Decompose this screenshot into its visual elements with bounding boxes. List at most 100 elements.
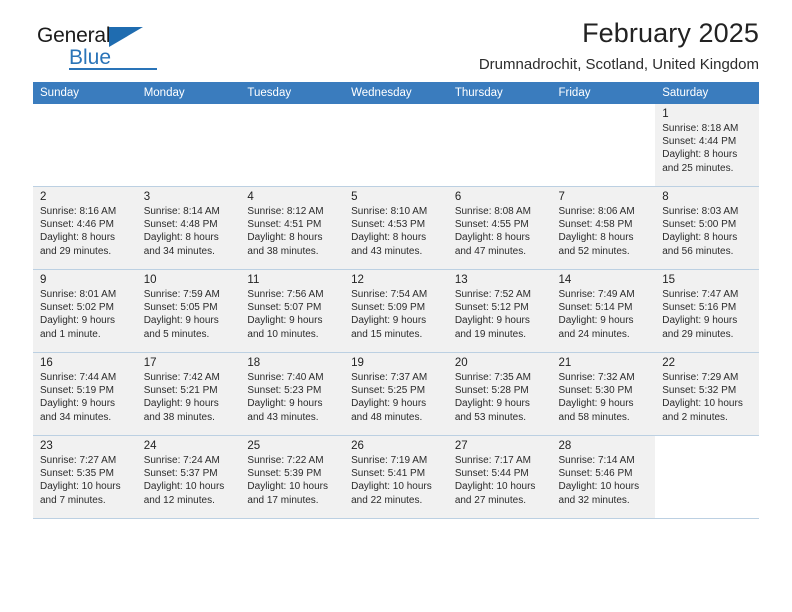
sunset-text: Sunset: 5:21 PM: [143, 385, 218, 397]
day-sun-info: Sunrise: 7:37 AM Sunset: 5:25 PM Daylight:…: [351, 371, 442, 424]
sunset-text: Sunset: 5:44 PM: [454, 468, 529, 480]
day-sun-info: Sunrise: 7:24 AM Sunset: 5:37 PM Daylight:…: [144, 454, 235, 507]
sunrise-text: Sunrise: 8:01 AM: [40, 289, 117, 300]
calendar-day-cell[interactable]: 18 Sunrise: 7:40 AM Sunset: 5:23 PM Dayligh…: [240, 353, 345, 435]
daylight-text-line1: Daylight: 9 hours: [454, 315, 530, 327]
calendar-cell: 4 Sunrise: 8:12 AM Sunset: 4:51 PM Daylight…: [240, 186, 345, 270]
calendar-day-cell[interactable]: 8 Sunrise: 8:03 AM Sunset: 5:00 PM Daylight…: [655, 187, 759, 269]
calendar-day-cell[interactable]: 20 Sunrise: 7:35 AM Sunset: 5:28 PM Dayligh…: [447, 353, 552, 435]
daylight-text-line2: and 24 minutes.: [558, 328, 630, 340]
sunrise-text: Sunrise: 7:44 AM: [40, 372, 117, 383]
day-number: 12: [351, 274, 364, 286]
day-sun-info: Sunrise: 7:47 AM Sunset: 5:16 PM Daylight:…: [662, 288, 753, 341]
day-number: 25: [247, 440, 261, 452]
calendar-cell: 16 Sunrise: 7:44 AM Sunset: 5:19 PM Dayligh…: [33, 352, 137, 436]
page-title: February 2025: [582, 18, 759, 48]
sunrise-text: Sunrise: 7:52 AM: [454, 289, 531, 300]
sunset-text: Sunset: 5:46 PM: [558, 468, 633, 480]
calendar-day-cell[interactable]: 11 Sunrise: 7:56 AM Sunset: 5:07 PM Dayligh…: [240, 270, 345, 352]
daylight-text-line2: and 47 minutes.: [454, 245, 526, 257]
calendar-day-cell[interactable]: 15 Sunrise: 7:47 AM Sunset: 5:16 PM Dayligh…: [655, 270, 759, 352]
calendar-cell: 11 Sunrise: 7:56 AM Sunset: 5:07 PM Dayligh…: [240, 269, 345, 353]
daylight-text-line2: and 32 minutes.: [558, 494, 630, 506]
calendar-day-cell[interactable]: 5 Sunrise: 8:10 AM Sunset: 4:53 PM Daylight…: [344, 187, 448, 269]
sunrise-text: Sunrise: 7:47 AM: [662, 289, 739, 300]
calendar-day-cell[interactable]: 10 Sunrise: 7:59 AM Sunset: 5:05 PM Dayligh…: [136, 270, 241, 352]
sunset-text: Sunset: 5:25 PM: [351, 385, 426, 397]
day-number: [351, 107, 442, 122]
calendar-cell: 14 Sunrise: 7:49 AM Sunset: 5:14 PM Dayligh…: [551, 269, 656, 353]
calendar-day-cell[interactable]: 3 Sunrise: 8:14 AM Sunset: 4:48 PM Daylight…: [136, 187, 241, 269]
day-number: [144, 107, 235, 122]
calendar-cell: 12 Sunrise: 7:54 AM Sunset: 5:09 PM Dayligh…: [344, 269, 448, 353]
logo-underline: [69, 68, 157, 70]
general-blue-logo[interactable]: General Blue: [37, 25, 197, 71]
calendar-day-cell[interactable]: 13 Sunrise: 7:52 AM Sunset: 5:12 PM Dayligh…: [447, 270, 552, 352]
daylight-text-line1: Daylight: 10 hours: [40, 481, 121, 493]
calendar-day-cell[interactable]: 23 Sunrise: 7:27 AM Sunset: 5:35 PM Dayligh…: [33, 436, 137, 518]
sunrise-text: Sunrise: 7:17 AM: [454, 455, 531, 466]
location-subtitle: Drumnadrochit, Scotland, United Kingdom: [478, 56, 759, 73]
daylight-text-line2: and 43 minutes.: [247, 411, 319, 423]
day-number: 19: [351, 357, 364, 369]
calendar-day-cell[interactable]: 25 Sunrise: 7:22 AM Sunset: 5:39 PM Dayligh…: [240, 436, 345, 518]
calendar-cell: 28 Sunrise: 7:14 AM Sunset: 5:46 PM Dayligh…: [551, 435, 656, 519]
day-sun-info: Sunrise: 7:17 AM Sunset: 5:44 PM Daylight:…: [455, 454, 546, 507]
page-header: General Blue February 2025 Drumnadrochit…: [33, 0, 759, 74]
calendar-day-cell[interactable]: 21 Sunrise: 7:32 AM Sunset: 5:30 PM Dayligh…: [551, 353, 656, 435]
day-sun-info: Sunrise: 8:18 AM Sunset: 4:44 PM Daylight:…: [662, 122, 753, 175]
daylight-text-line2: and 22 minutes.: [351, 494, 423, 506]
calendar-day-cell[interactable]: 24 Sunrise: 7:24 AM Sunset: 5:37 PM Dayligh…: [136, 436, 241, 518]
sunrise-text: Sunrise: 8:06 AM: [558, 206, 635, 217]
logo-triangle-icon: [109, 27, 143, 47]
daylight-text-line1: Daylight: 9 hours: [558, 398, 634, 410]
calendar-week-row: 2 Sunrise: 8:16 AM Sunset: 4:46 PM Daylight…: [33, 186, 759, 270]
daylight-text-line1: Daylight: 9 hours: [247, 398, 323, 410]
calendar-day-cell[interactable]: 4 Sunrise: 8:12 AM Sunset: 4:51 PM Daylight…: [240, 187, 345, 269]
daylight-text-line2: and 2 minutes.: [662, 411, 728, 423]
calendar-day-cell[interactable]: 7 Sunrise: 8:06 AM Sunset: 4:58 PM Daylight…: [551, 187, 656, 269]
day-sun-info: Sunrise: 8:10 AM Sunset: 4:53 PM Daylight:…: [351, 205, 442, 258]
calendar-cell: 1 Sunrise: 8:18 AM Sunset: 4:44 PM Daylight…: [655, 104, 759, 187]
sunset-text: Sunset: 5:16 PM: [662, 302, 737, 314]
calendar-day-cell[interactable]: 28 Sunrise: 7:14 AM Sunset: 5:46 PM Dayligh…: [551, 436, 656, 518]
calendar-day-cell[interactable]: 9 Sunrise: 8:01 AM Sunset: 5:02 PM Daylight…: [33, 270, 137, 352]
sunrise-text: Sunrise: 7:56 AM: [247, 289, 324, 300]
weekday-header-friday: Friday: [551, 82, 656, 104]
calendar-day-cell[interactable]: 2 Sunrise: 8:16 AM Sunset: 4:46 PM Daylight…: [33, 187, 137, 269]
calendar-day-cell[interactable]: 22 Sunrise: 7:29 AM Sunset: 5:32 PM Dayligh…: [655, 353, 759, 435]
daylight-text-line1: Daylight: 10 hours: [351, 481, 432, 493]
calendar-day-cell[interactable]: 14 Sunrise: 7:49 AM Sunset: 5:14 PM Dayligh…: [551, 270, 656, 352]
calendar-day-cell[interactable]: 16 Sunrise: 7:44 AM Sunset: 5:19 PM Dayligh…: [33, 353, 137, 435]
calendar-day-cell[interactable]: 26 Sunrise: 7:19 AM Sunset: 5:41 PM Dayligh…: [344, 436, 448, 518]
calendar-day-cell[interactable]: 19 Sunrise: 7:37 AM Sunset: 5:25 PM Dayligh…: [344, 353, 448, 435]
day-number: 24: [143, 440, 157, 452]
day-number: 18: [247, 357, 261, 369]
sunset-text: Sunset: 4:48 PM: [143, 219, 218, 231]
day-sun-info: Sunrise: 7:59 AM Sunset: 5:05 PM Daylight:…: [144, 288, 235, 341]
calendar-cell: 22 Sunrise: 7:29 AM Sunset: 5:32 PM Dayligh…: [655, 352, 759, 436]
daylight-text-line1: Daylight: 9 hours: [351, 398, 427, 410]
day-number: 7: [558, 191, 565, 203]
daylight-text-line2: and 5 minutes.: [143, 328, 210, 340]
calendar-day-cell[interactable]: 17 Sunrise: 7:42 AM Sunset: 5:21 PM Dayligh…: [136, 353, 241, 435]
day-number: [40, 107, 131, 122]
calendar-day-cell[interactable]: 1 Sunrise: 8:18 AM Sunset: 4:44 PM Daylight…: [655, 104, 759, 186]
calendar-day-cell[interactable]: 27 Sunrise: 7:17 AM Sunset: 5:44 PM Dayligh…: [447, 436, 552, 518]
calendar-page: General Blue February 2025 Drumnadrochit…: [0, 0, 792, 612]
daylight-text-line1: Daylight: 8 hours: [40, 232, 116, 244]
daylight-text-line1: Daylight: 8 hours: [454, 232, 530, 244]
calendar-day-cell[interactable]: 6 Sunrise: 8:08 AM Sunset: 4:55 PM Daylight…: [447, 187, 552, 269]
day-number: 17: [143, 357, 157, 369]
sunrise-text: Sunrise: 8:18 AM: [662, 123, 739, 134]
sunrise-text: Sunrise: 8:10 AM: [351, 206, 428, 217]
daylight-text-line1: Daylight: 9 hours: [662, 315, 738, 327]
daylight-text-line1: Daylight: 10 hours: [143, 481, 225, 493]
day-sun-info: Sunrise: 7:29 AM Sunset: 5:32 PM Daylight:…: [662, 371, 753, 424]
daylight-text-line2: and 43 minutes.: [351, 245, 423, 257]
day-sun-info: Sunrise: 8:08 AM Sunset: 4:55 PM Daylight:…: [455, 205, 546, 258]
daylight-text-line1: Daylight: 9 hours: [247, 315, 323, 327]
sunset-text: Sunset: 5:39 PM: [247, 468, 322, 480]
day-sun-info: Sunrise: 7:35 AM Sunset: 5:28 PM Daylight:…: [455, 371, 546, 424]
calendar-day-cell[interactable]: 12 Sunrise: 7:54 AM Sunset: 5:09 PM Dayligh…: [344, 270, 448, 352]
